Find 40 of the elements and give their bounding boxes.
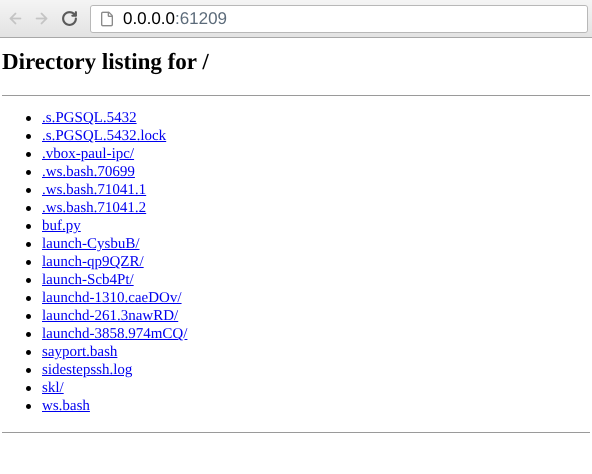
bullet-icon bbox=[26, 386, 31, 392]
bullet-icon bbox=[26, 170, 31, 176]
bullet-icon bbox=[26, 206, 31, 212]
file-link[interactable]: sayport.bash bbox=[42, 345, 118, 360]
file-link[interactable]: skl/ bbox=[42, 381, 64, 396]
file-link[interactable]: .vbox-paul-ipc/ bbox=[42, 147, 134, 162]
bullet-icon bbox=[26, 116, 31, 122]
bullet-icon bbox=[26, 278, 31, 284]
bullet-icon bbox=[26, 260, 31, 266]
bullet-icon bbox=[26, 242, 31, 248]
file-link[interactable]: launch-qp9QZR/ bbox=[42, 255, 144, 270]
file-link[interactable]: launch-CysbuB/ bbox=[42, 237, 140, 252]
bullet-icon bbox=[26, 296, 31, 302]
bullet-icon bbox=[26, 350, 31, 356]
bullet-icon bbox=[26, 134, 31, 140]
file-link[interactable]: launch-Scb4Pt/ bbox=[42, 273, 134, 288]
bullet-icon bbox=[26, 314, 31, 320]
file-link[interactable]: .ws.bash.71041.2 bbox=[42, 201, 146, 216]
page-icon bbox=[99, 10, 115, 26]
file-link[interactable]: launchd-3858.974mCQ/ bbox=[42, 327, 188, 342]
bullet-icon bbox=[26, 188, 31, 194]
bullet-icon bbox=[26, 224, 31, 230]
bullet-icon bbox=[26, 332, 31, 338]
bullet-icon bbox=[26, 152, 31, 158]
file-link[interactable]: .ws.bash.70699 bbox=[42, 165, 135, 180]
bullet-icon bbox=[26, 368, 31, 374]
file-link[interactable]: .s.PGSQL.5432 bbox=[42, 111, 137, 126]
reload-icon bbox=[60, 10, 78, 27]
page-heading: Directory listing for / bbox=[2, 48, 209, 76]
url-text: 0.0.0.0:61209 bbox=[123, 8, 227, 30]
forward-arrow-icon bbox=[32, 10, 50, 27]
file-link[interactable]: .ws.bash.71041.1 bbox=[42, 183, 146, 198]
file-link[interactable]: ws.bash bbox=[42, 399, 90, 414]
file-link[interactable]: .s.PGSQL.5432.lock bbox=[42, 129, 166, 144]
bullet-icon bbox=[26, 404, 31, 410]
file-link[interactable]: buf.py bbox=[42, 219, 81, 234]
address-bar[interactable]: 0.0.0.0:61209 bbox=[90, 4, 588, 32]
file-link[interactable]: launchd-1310.caeDOv/ bbox=[42, 291, 182, 306]
file-link[interactable]: sidestepssh.log bbox=[42, 363, 132, 378]
file-link[interactable]: launchd-261.3nawRD/ bbox=[42, 309, 178, 324]
